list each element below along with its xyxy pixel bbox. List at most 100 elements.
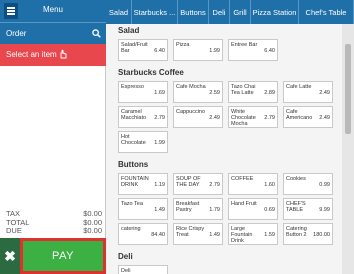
category-heading: Deli [118, 252, 133, 261]
order-label: Order [6, 29, 27, 38]
category-heading: Buttons [118, 160, 149, 169]
menu-item-button[interactable]: Catering Button 2 180.00 [283, 223, 333, 245]
menu-item-button[interactable]: COFFEE 1.60 [228, 173, 278, 195]
menu-item-price: 0.99 [319, 182, 330, 188]
menu-item-price: 2.79 [154, 115, 165, 121]
menu-item-name: CHEF'S TABLE [286, 201, 306, 213]
select-item-label: Select an item [6, 50, 57, 59]
menu-item-price: 1.99 [209, 48, 220, 54]
scrollbar[interactable] [342, 24, 354, 274]
menu-item-button[interactable]: Deli [118, 265, 168, 274]
menu-title: Menu [42, 5, 63, 14]
menu-item-button[interactable]: Pizza 1.99 [173, 39, 223, 61]
menu-item-price: 2.79 [264, 115, 275, 121]
menu-item-name: Large Fountain Drink [231, 226, 253, 244]
tab-chefs-table[interactable]: Chef's Table [299, 0, 354, 24]
menu-item-button[interactable]: Cafe Latte 2.49 [283, 81, 333, 103]
tab-salad[interactable]: Salad [106, 0, 132, 24]
menu-item-name: Espresso [121, 84, 144, 90]
category-heading: Salad [118, 26, 140, 35]
menu-item-button[interactable]: Large Fountain Drink 1.59 [228, 223, 278, 245]
menu-item-button[interactable]: Salad/Fruit Bar 6.40 [118, 39, 168, 61]
tab-starbucks[interactable]: Starbucks ... [132, 0, 178, 24]
menu-item-name: Caramel Macchiato [121, 109, 147, 121]
menu-item-price: 1.60 [264, 182, 275, 188]
menu-item-button[interactable]: FOUNTAIN DRINK 1.19 [118, 173, 168, 195]
menu-item-name: Pizza [176, 42, 190, 48]
menu-item-price: 84.40 [151, 232, 165, 238]
menu-item-button[interactable]: Breakfast Pastry 1.79 [173, 198, 223, 220]
menu-item-name: Breakfast Pastry [176, 201, 200, 213]
menu-item-name: Cafe Mocha [176, 84, 206, 90]
action-bar: ✖ PAY [0, 238, 106, 274]
totals-summary: TAX $0.00 TOTAL $0.00 DUE $0.00 [6, 209, 102, 236]
menu-item-button[interactable]: SOUP OF THE DAY 2.79 [173, 173, 223, 195]
menu-item-price: 9.99 [319, 207, 330, 213]
menu-item-button[interactable]: catering 84.40 [118, 223, 168, 245]
menu-item-price: 2.49 [319, 90, 330, 96]
menu-item-name: Cookies [286, 176, 306, 182]
menu-item-price: 1.49 [209, 232, 220, 238]
pay-button[interactable]: PAY [20, 238, 106, 274]
menu-item-name: Hand Fruit [231, 201, 257, 207]
top-bar: Menu [0, 0, 106, 22]
cancel-order-button[interactable]: ✖ [0, 238, 20, 274]
menu-item-name: Salad/Fruit Bar [121, 42, 148, 54]
menu-item-name: Cafe Americano [286, 109, 313, 121]
menu-item-name: Entree Bar [231, 42, 258, 48]
menu-item-button[interactable]: Hand Fruit 0.69 [228, 198, 278, 220]
menu-item-name: Cappuccino [176, 109, 206, 115]
menu-item-price: 1.69 [154, 90, 165, 96]
menu-item-button[interactable]: Caramel Macchiato 2.79 [118, 106, 168, 128]
order-panel: Menu Order Select an item TAX $0.00 TOTA… [0, 0, 106, 274]
order-bar: Order [0, 22, 106, 44]
menu-item-price: 1.99 [154, 140, 165, 146]
menu-item-button[interactable]: Hot Chocolate 1.99 [118, 131, 168, 153]
menu-item-price: 0.69 [264, 207, 275, 213]
due-label: DUE [6, 226, 22, 235]
menu-item-price: 1.49 [154, 207, 165, 213]
menu-item-price: 180.00 [313, 232, 330, 238]
menu-panel: Salad Starbucks ... Buttons Deli Grill P… [106, 0, 354, 274]
menu-item-button[interactable]: Tazo Chai Tea Latte 2.89 [228, 81, 278, 103]
menu-item-name: White Chocolate Mocha [231, 109, 256, 127]
menu-item-button[interactable]: Cookies 0.99 [283, 173, 333, 195]
menu-item-button[interactable]: Espresso 1.69 [118, 81, 168, 103]
menu-item-button[interactable]: Cafe Americano 2.49 [283, 106, 333, 128]
menu-item-button[interactable]: Cafe Mocha 2.59 [173, 81, 223, 103]
hand-pointer-icon [60, 49, 67, 59]
menu-item-name: Cafe Latte [286, 84, 312, 90]
menu-item-button[interactable]: CHEF'S TABLE 9.99 [283, 198, 333, 220]
search-icon[interactable] [92, 29, 101, 38]
menu-item-button[interactable]: Cappuccino 2.49 [173, 106, 223, 128]
menu-item-name: Hot Chocolate [121, 134, 146, 146]
select-item-row[interactable]: Select an item [0, 44, 106, 66]
menu-item-price: 2.79 [209, 182, 220, 188]
menu-item-button[interactable]: Tazo Tea 1.49 [118, 198, 168, 220]
due-value: $0.00 [83, 226, 102, 235]
tab-buttons[interactable]: Buttons [178, 0, 209, 24]
menu-item-price: 1.59 [264, 232, 275, 238]
menu-item-name: COFFEE [231, 176, 254, 182]
menu-item-button[interactable]: Entree Bar 6.40 [228, 39, 278, 61]
menu-item-price: 6.40 [264, 48, 275, 54]
menu-item-button[interactable]: Rice Crispy Treat 1.49 [173, 223, 223, 245]
menu-item-name: FOUNTAIN DRINK [121, 176, 149, 188]
menu-item-price: 6.40 [154, 48, 165, 54]
tab-deli[interactable]: Deli [209, 0, 230, 24]
menu-item-price: 2.89 [264, 90, 275, 96]
category-tabs: Salad Starbucks ... Buttons Deli Grill P… [106, 0, 354, 24]
tab-grill[interactable]: Grill [230, 0, 251, 24]
menu-item-price: 1.19 [154, 182, 165, 188]
tab-pizza-station[interactable]: Pizza Station [251, 0, 299, 24]
menu-item-name: catering [121, 226, 141, 232]
menu-item-button[interactable]: White Chocolate Mocha 2.79 [228, 106, 278, 128]
menu-item-name: SOUP OF THE DAY [176, 176, 201, 188]
menu-items-area: Salad Salad/Fruit Bar 6.40 Pizza 1.99 Entree … [106, 24, 342, 274]
due-row: DUE $0.00 [6, 226, 102, 236]
menu-item-price: 2.59 [209, 90, 220, 96]
scrollbar-thumb[interactable] [345, 44, 351, 134]
menu-item-name: Tazo Chai Tea Latte [231, 84, 256, 96]
menu-item-price: 2.49 [319, 115, 330, 121]
menu-item-name: Deli [121, 268, 131, 274]
